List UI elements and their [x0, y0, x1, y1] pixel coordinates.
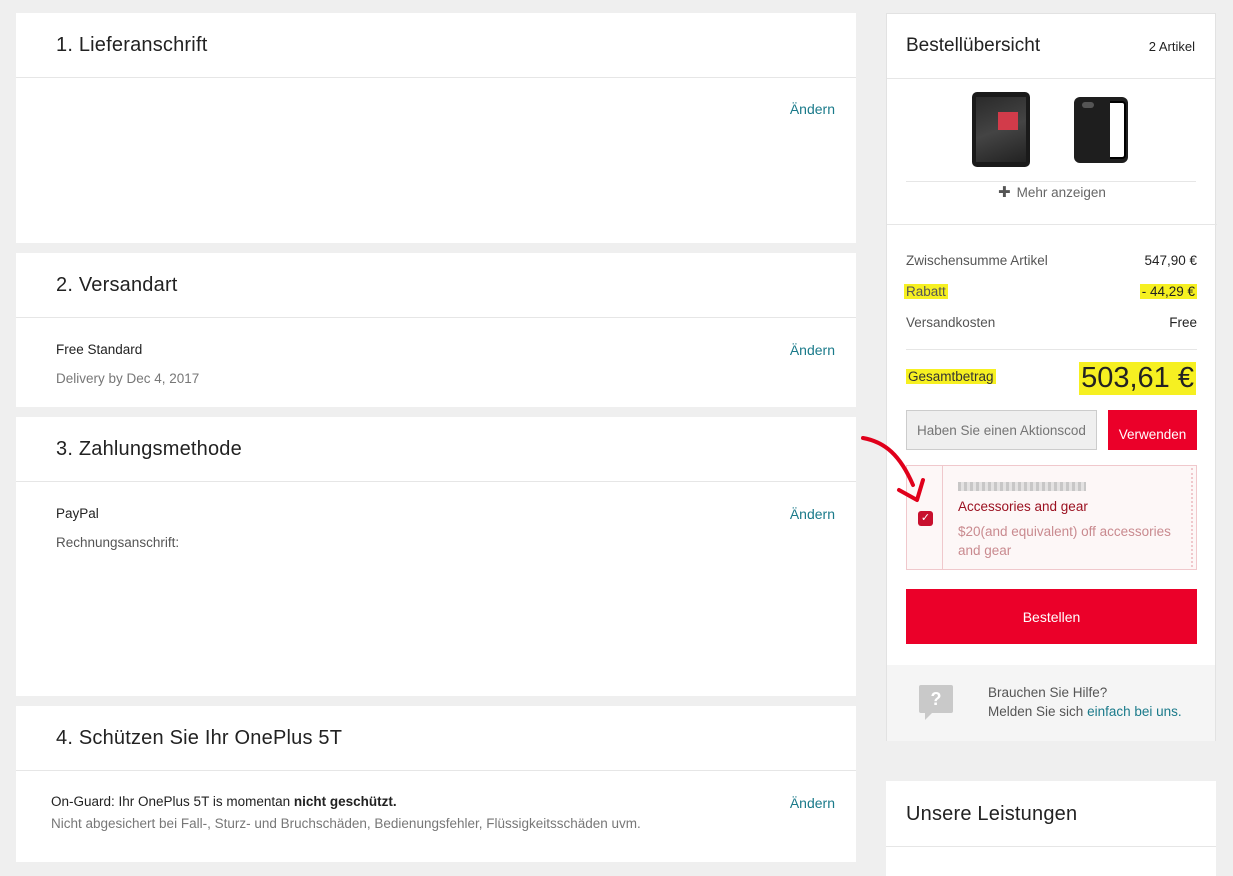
section-header: 2. Versandart	[16, 253, 856, 318]
product-image-phone[interactable]	[972, 92, 1030, 167]
divider	[906, 349, 1197, 350]
total-label: Gesamtbetrag	[906, 369, 996, 384]
shipping-method-name: Free Standard	[56, 342, 143, 357]
protection-section: 4. Schützen Sie Ihr OnePlus 5T Ändern On…	[16, 706, 856, 862]
divider	[887, 224, 1217, 225]
payment-method-name: PayPal	[56, 506, 99, 521]
promo-code-input[interactable]	[906, 410, 1097, 450]
voucher-checkbox[interactable]: ✓	[918, 511, 933, 526]
services-title: Unsere Leistungen	[906, 803, 1078, 825]
divider	[886, 846, 1216, 847]
summary-header: Bestellübersicht 2 Artikel	[887, 14, 1215, 79]
summary-title: Bestellübersicht	[906, 35, 1041, 56]
payment-method-section: 3. Zahlungsmethode Ändern PayPal Rechnun…	[16, 417, 856, 696]
section-title: 4. Schützen Sie Ihr OnePlus 5T	[56, 726, 343, 749]
help-contact-prefix: Melden Sie sich	[988, 704, 1088, 719]
change-payment-link[interactable]: Ändern	[790, 506, 835, 522]
voucher-description: $20(and equivalent) off accessories and …	[958, 524, 1171, 558]
discount-label: Rabatt	[904, 284, 948, 299]
place-order-button[interactable]: Bestellen	[906, 589, 1197, 644]
voucher-card[interactable]: ✓ Accessories and gear $20(and equivalen…	[906, 465, 1197, 570]
voucher-select-area: ✓	[907, 466, 943, 569]
section-title: 2. Versandart	[56, 273, 178, 296]
order-summary: Bestellübersicht 2 Artikel ✚ Mehr anzeige…	[886, 13, 1217, 741]
subtotal-value: 547,90 €	[1144, 253, 1197, 268]
section-title: 1. Lieferanschrift	[56, 33, 208, 56]
change-address-link[interactable]: Ändern	[790, 101, 835, 117]
help-question-icon: ?	[919, 685, 953, 720]
shipping-address-section: 1. Lieferanschrift Ändern	[16, 13, 856, 243]
billing-address-label: Rechnungsanschrift:	[56, 535, 180, 550]
change-protection-link[interactable]: Ändern	[790, 795, 835, 811]
shipping-method-section: 2. Versandart Ändern Free Standard Deliv…	[16, 253, 856, 407]
discount-value: - 44,29 €	[1139, 284, 1197, 299]
product-image-case[interactable]	[1074, 97, 1128, 163]
voucher-edge	[1189, 468, 1193, 567]
redacted-code	[958, 482, 1086, 491]
shipping-label: Versandkosten	[906, 315, 996, 330]
contact-us-link[interactable]: einfach bei uns.	[1087, 704, 1182, 719]
apply-promo-button[interactable]: Verwenden	[1108, 410, 1197, 450]
delivery-date: Delivery by Dec 4, 2017	[56, 371, 200, 386]
plus-icon: ✚	[998, 184, 1011, 201]
total-value: 503,61 €	[1079, 362, 1196, 395]
section-header: 4. Schützen Sie Ihr OnePlus 5T	[16, 706, 856, 771]
section-title: 3. Zahlungsmethode	[56, 437, 242, 460]
item-count: 2 Artikel	[1148, 39, 1195, 54]
section-header: 3. Zahlungsmethode	[16, 417, 856, 482]
subtotal-label: Zwischensumme Artikel	[906, 253, 1048, 268]
services-section: Unsere Leistungen	[886, 781, 1216, 876]
show-more-label: Mehr anzeigen	[1016, 185, 1106, 200]
show-more-button[interactable]: ✚ Mehr anzeigen	[887, 183, 1217, 201]
help-box: ? Brauchen Sie Hilfe? Melden Sie sich ei…	[887, 665, 1215, 741]
protection-status: On-Guard: Ihr OnePlus 5T is momentan nic…	[51, 794, 397, 809]
protection-status-prefix: On-Guard: Ihr OnePlus 5T is momentan	[51, 794, 294, 809]
voucher-title: Accessories and gear	[958, 499, 1088, 514]
section-header: 1. Lieferanschrift	[16, 13, 856, 78]
change-shipping-link[interactable]: Ändern	[790, 342, 835, 358]
help-contact: Melden Sie sich einfach bei uns.	[988, 704, 1182, 719]
help-question: Brauchen Sie Hilfe?	[988, 685, 1108, 700]
shipping-value: Free	[1169, 315, 1197, 330]
protection-status-bold: nicht geschützt.	[293, 794, 397, 809]
product-thumbnails	[906, 92, 1196, 182]
protection-note: Nicht abgesichert bei Fall-, Sturz- und …	[51, 816, 641, 831]
